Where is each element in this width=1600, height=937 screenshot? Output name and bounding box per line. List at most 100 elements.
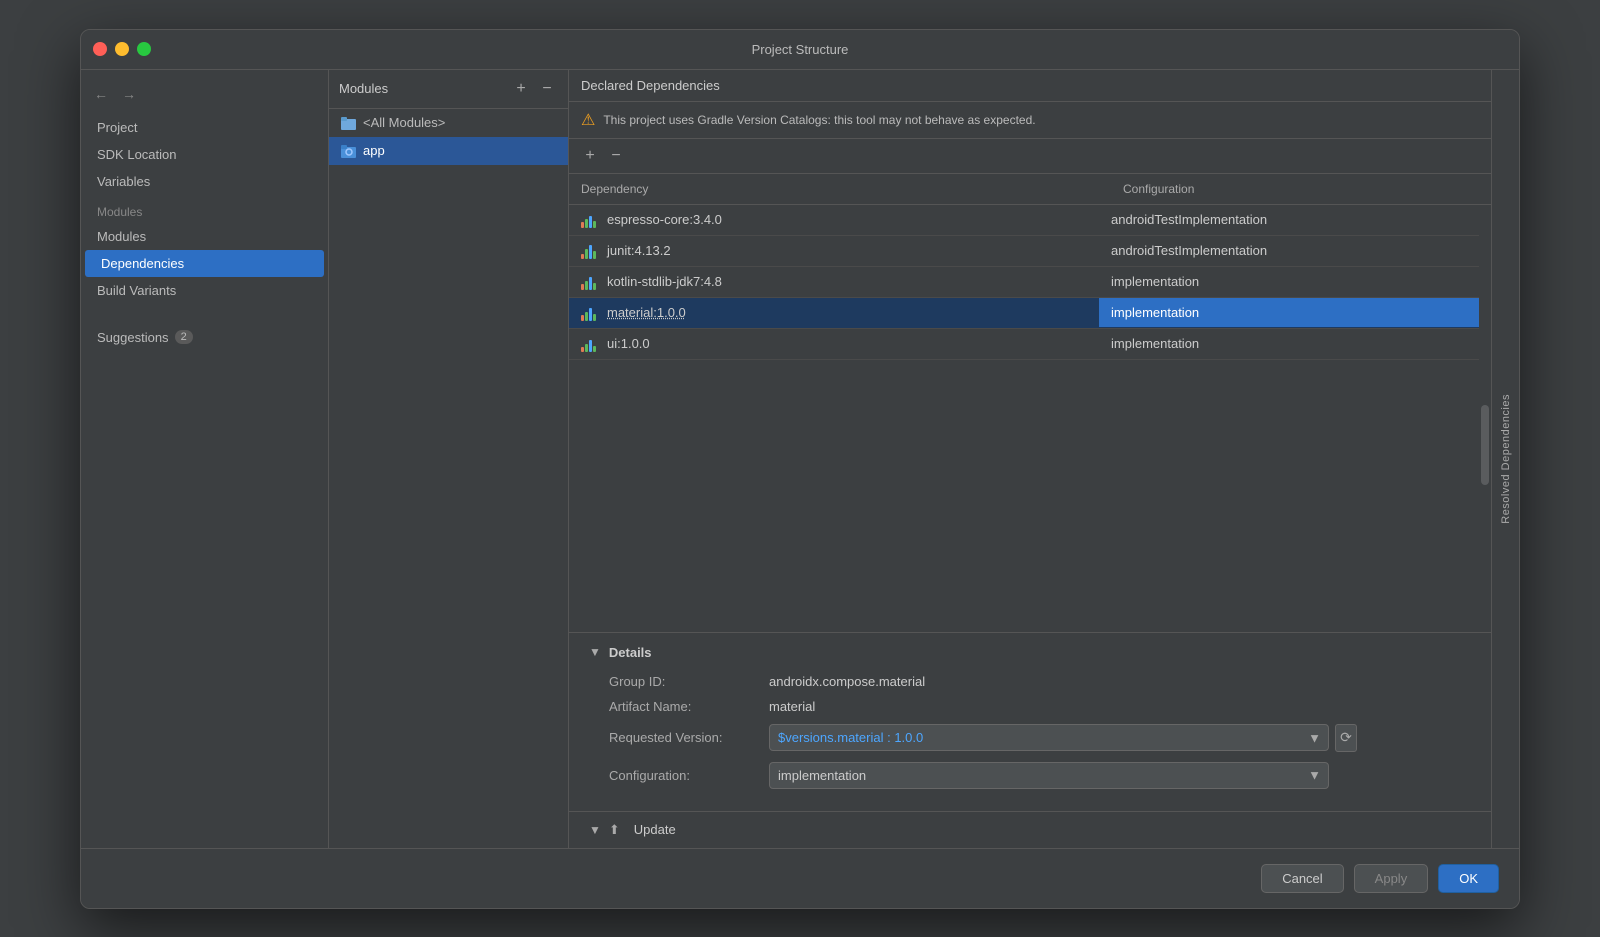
dep-name-kotlin: kotlin-stdlib-jdk7:4.8 bbox=[607, 274, 722, 289]
sidebar-item-dependencies[interactable]: Dependencies bbox=[85, 250, 324, 277]
dep-row-espresso[interactable]: espresso-core:3.4.0 androidTestImplement… bbox=[569, 205, 1479, 236]
titlebar: Project Structure bbox=[81, 30, 1519, 70]
forward-arrow[interactable]: → bbox=[117, 82, 141, 106]
dep-icon-kotlin bbox=[581, 274, 599, 290]
module-all-label: <All Modules> bbox=[363, 115, 445, 130]
close-button[interactable] bbox=[93, 42, 107, 56]
warning-text: This project uses Gradle Version Catalog… bbox=[603, 113, 1035, 127]
main-content: ← → Project SDK Location Variables Modul… bbox=[81, 70, 1519, 848]
update-chevron-icon: ▼ bbox=[589, 823, 601, 837]
dep-row-kotlin[interactable]: kotlin-stdlib-jdk7:4.8 implementation bbox=[569, 267, 1479, 298]
modules-panel: Modules + − <All Modules> bbox=[329, 70, 569, 848]
dep-config-material: implementation bbox=[1099, 298, 1479, 327]
module-app[interactable]: app bbox=[329, 137, 568, 165]
dep-name-espresso: espresso-core:3.4.0 bbox=[607, 212, 722, 227]
sidebar-item-variables[interactable]: Variables bbox=[81, 168, 328, 195]
dep-config-ui: implementation bbox=[1099, 329, 1479, 358]
sidebar-item-project[interactable]: Project bbox=[81, 114, 328, 141]
requested-version-label: Requested Version: bbox=[609, 730, 769, 745]
dep-icon-material bbox=[581, 305, 599, 321]
configuration-select[interactable]: implementation bbox=[769, 762, 1329, 789]
configuration-row: Configuration: implementation ▼ bbox=[589, 762, 1471, 789]
deps-toolbar: + − bbox=[569, 139, 1491, 174]
scrollbar-track[interactable] bbox=[1479, 205, 1491, 632]
details-header[interactable]: ▼ Details bbox=[589, 645, 1471, 660]
artifact-name-label: Artifact Name: bbox=[609, 699, 769, 714]
project-structure-window: Project Structure ← → Project SDK Locati… bbox=[80, 29, 1520, 909]
dep-name-ui: ui:1.0.0 bbox=[607, 336, 650, 351]
sidebar: ← → Project SDK Location Variables Modul… bbox=[81, 70, 329, 848]
modules-remove-button[interactable]: − bbox=[536, 78, 558, 100]
dep-name-material: material:1.0.0 bbox=[607, 305, 686, 320]
update-header[interactable]: ▼ ⬆ Update bbox=[589, 822, 1471, 838]
sidebar-item-build-variants[interactable]: Build Variants bbox=[81, 277, 328, 304]
dep-config-espresso: androidTestImplementation bbox=[1099, 205, 1479, 234]
ok-button[interactable]: OK bbox=[1438, 864, 1499, 893]
cancel-button[interactable]: Cancel bbox=[1261, 864, 1343, 893]
module-all[interactable]: <All Modules> bbox=[329, 109, 568, 137]
window-controls bbox=[93, 42, 151, 56]
col-dependency: Dependency bbox=[569, 178, 1111, 200]
details-title: Details bbox=[609, 645, 652, 660]
deps-table-header: Dependency Configuration bbox=[569, 174, 1491, 205]
deps-remove-button[interactable]: − bbox=[605, 145, 627, 167]
module-folder-icon bbox=[341, 115, 357, 131]
maximize-button[interactable] bbox=[137, 42, 151, 56]
version-select-container: $versions.material : 1.0.0 ▼ bbox=[769, 724, 1329, 751]
module-app-icon bbox=[341, 143, 357, 159]
dep-row-junit[interactable]: junit:4.13.2 androidTestImplementation bbox=[569, 236, 1479, 267]
configuration-label: Configuration: bbox=[609, 768, 769, 783]
dep-name-junit: junit:4.13.2 bbox=[607, 243, 671, 258]
details-chevron-icon: ▼ bbox=[589, 645, 601, 659]
dep-row-material[interactable]: material:1.0.0 implementation bbox=[569, 298, 1479, 329]
config-select-container: implementation ▼ bbox=[769, 762, 1329, 789]
modules-panel-title: Modules bbox=[339, 81, 388, 96]
dep-icon-espresso bbox=[581, 212, 599, 228]
dep-config-kotlin: implementation bbox=[1099, 267, 1479, 296]
version-input-wrapper: $versions.material : 1.0.0 ▼ ⟳ bbox=[769, 724, 1471, 752]
details-panel: ▼ Details Group ID: androidx.compose.mat… bbox=[569, 632, 1491, 811]
sidebar-item-sdk-location[interactable]: SDK Location bbox=[81, 141, 328, 168]
resolved-deps-label: Resolved Dependencies bbox=[1500, 394, 1512, 524]
suggestions-label: Suggestions bbox=[97, 330, 169, 345]
col-configuration: Configuration bbox=[1111, 178, 1491, 200]
dep-icon-junit bbox=[581, 243, 599, 259]
right-content: Declared Dependencies ⚠ This project use… bbox=[569, 70, 1491, 848]
group-id-label: Group ID: bbox=[609, 674, 769, 689]
declared-deps-title: Declared Dependencies bbox=[581, 78, 720, 93]
warning-icon: ⚠ bbox=[581, 110, 595, 130]
group-id-row: Group ID: androidx.compose.material bbox=[589, 674, 1471, 689]
bottom-bar: Cancel Apply OK bbox=[81, 848, 1519, 908]
artifact-name-row: Artifact Name: material bbox=[589, 699, 1471, 714]
update-title: Update bbox=[634, 822, 676, 837]
requested-version-row: Requested Version: $versions.material : … bbox=[589, 724, 1471, 752]
modules-toolbar: + − bbox=[510, 78, 558, 100]
deps-rows-container[interactable]: espresso-core:3.4.0 androidTestImplement… bbox=[569, 205, 1479, 632]
suggestions-badge: 2 bbox=[175, 330, 193, 344]
version-select[interactable]: $versions.material : 1.0.0 bbox=[769, 724, 1329, 751]
minimize-button[interactable] bbox=[115, 42, 129, 56]
refresh-button[interactable]: ⟳ bbox=[1335, 724, 1357, 752]
sidebar-nav: ← → bbox=[81, 78, 328, 114]
window-title: Project Structure bbox=[752, 42, 849, 57]
deps-add-button[interactable]: + bbox=[579, 145, 601, 167]
module-app-label: app bbox=[363, 143, 385, 158]
deps-table-container: Dependency Configuration bbox=[569, 174, 1491, 848]
update-upload-icon: ⬆ bbox=[609, 822, 620, 838]
suggestions-item[interactable]: Suggestions 2 bbox=[81, 324, 328, 351]
group-id-value: androidx.compose.material bbox=[769, 674, 925, 689]
warning-bar: ⚠ This project uses Gradle Version Catal… bbox=[569, 102, 1491, 139]
apply-button[interactable]: Apply bbox=[1354, 864, 1429, 893]
scrollbar-thumb[interactable] bbox=[1481, 405, 1489, 485]
sidebar-item-modules[interactable]: Modules bbox=[81, 223, 328, 250]
dep-row-ui[interactable]: ui:1.0.0 implementation bbox=[569, 329, 1479, 360]
dep-config-junit: androidTestImplementation bbox=[1099, 236, 1479, 265]
update-panel: ▼ ⬆ Update bbox=[569, 811, 1491, 848]
modules-panel-header: Modules + − bbox=[329, 70, 568, 109]
modules-add-button[interactable]: + bbox=[510, 78, 532, 100]
resolved-deps-sidebar[interactable]: Resolved Dependencies bbox=[1491, 70, 1519, 848]
artifact-name-value: material bbox=[769, 699, 815, 714]
declared-deps-header: Declared Dependencies bbox=[569, 70, 1491, 102]
modules-section-header: Modules bbox=[81, 195, 328, 223]
back-arrow[interactable]: ← bbox=[89, 82, 113, 106]
